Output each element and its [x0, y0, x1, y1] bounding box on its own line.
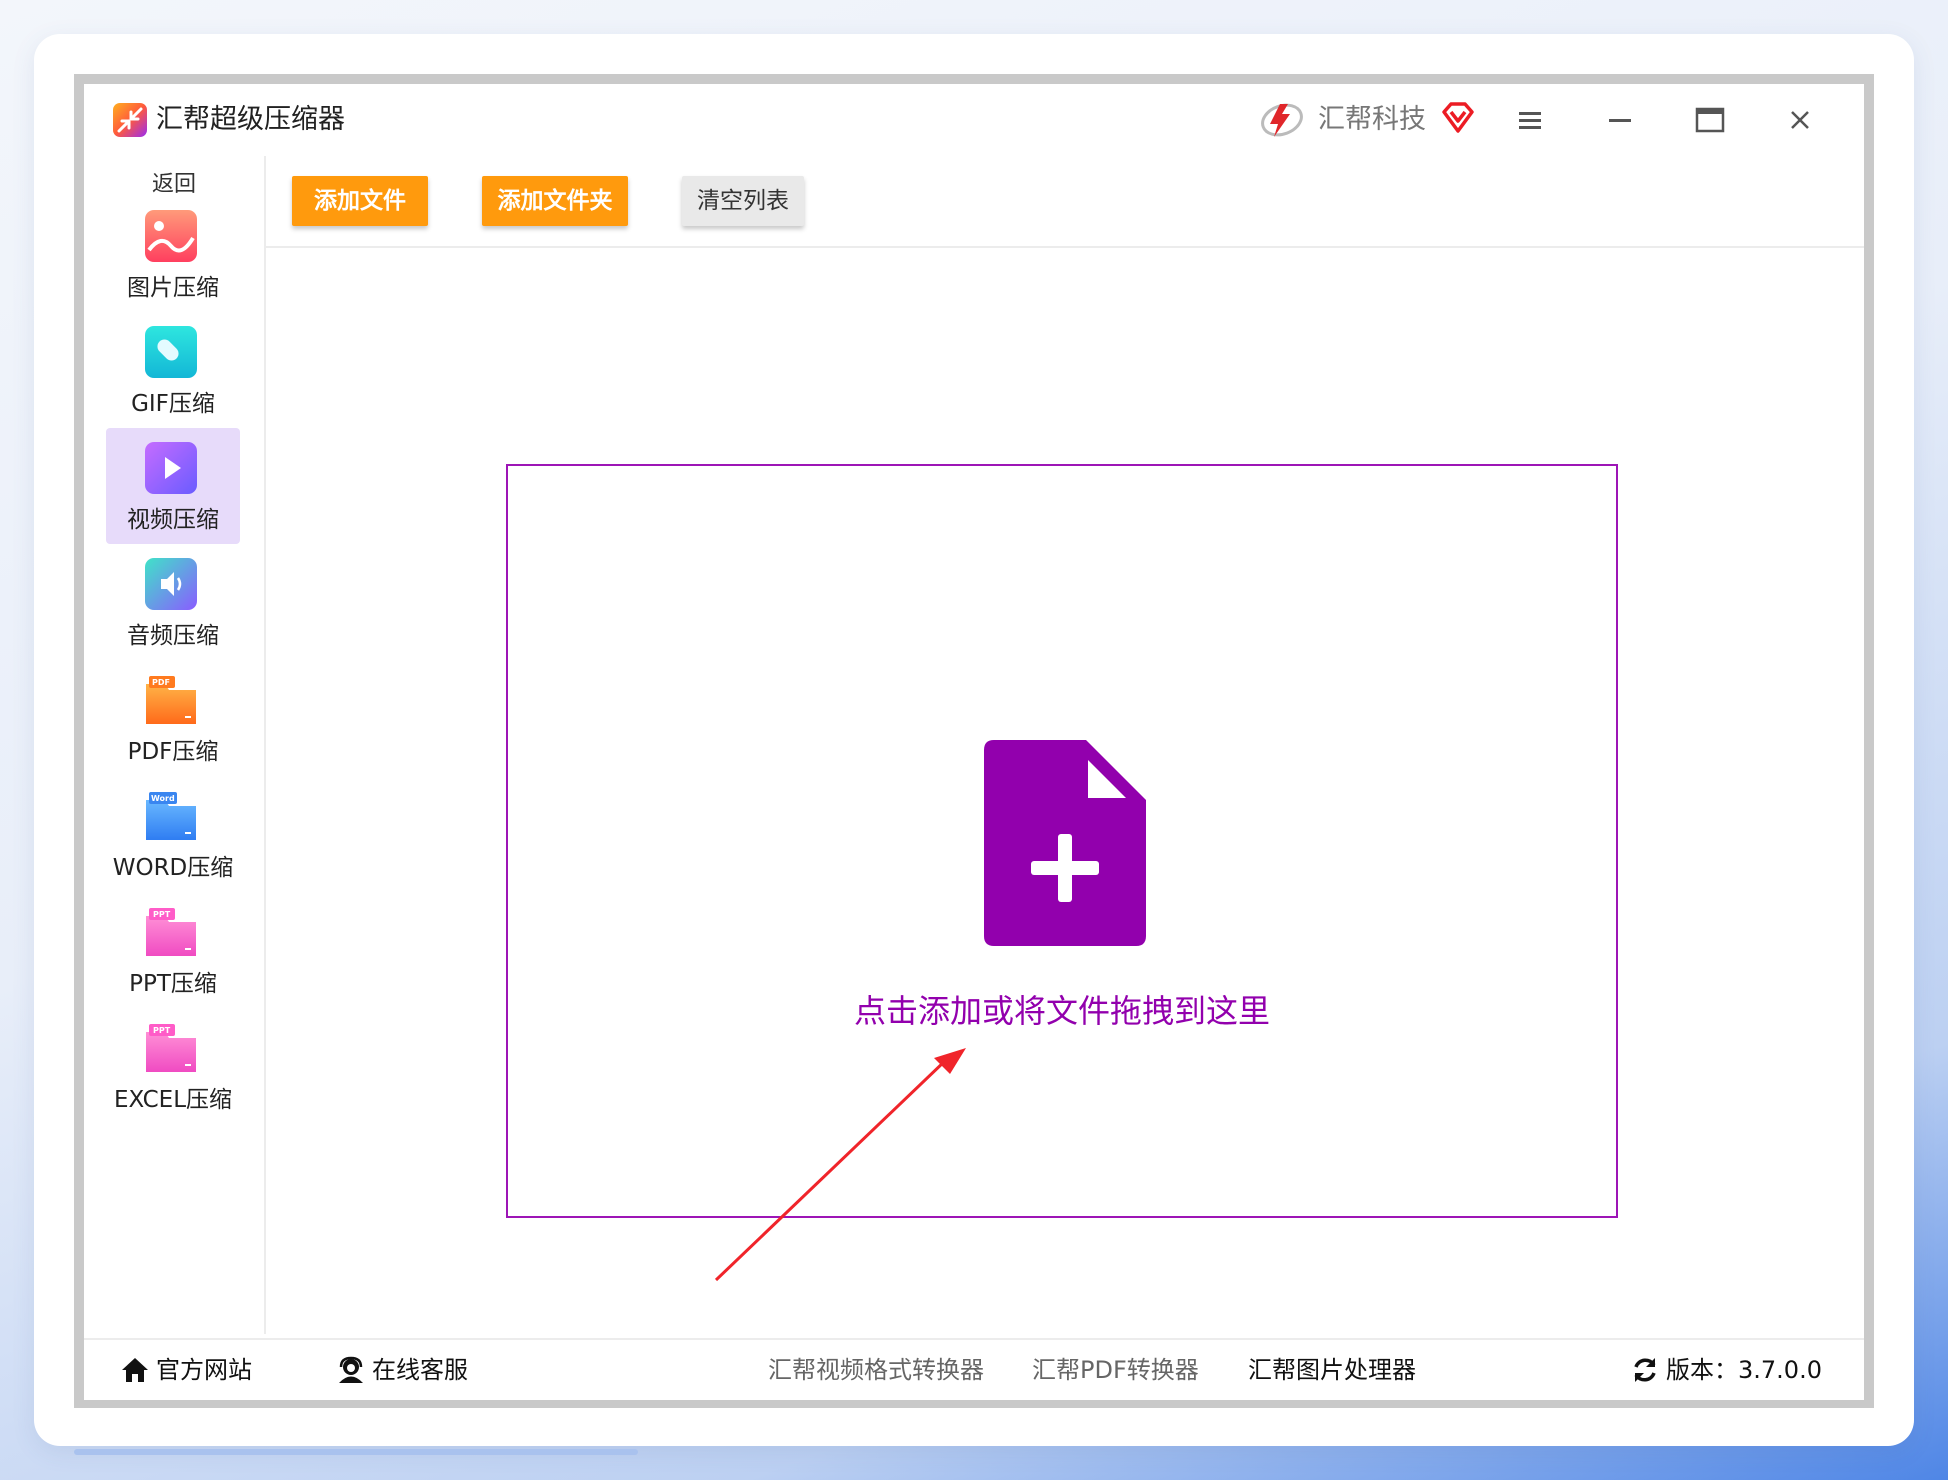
nav-label: 视频压缩: [127, 507, 219, 533]
nav-label: 音频压缩: [127, 623, 219, 649]
excel-badge-text: PPT: [153, 1026, 171, 1035]
word-compress-icon: Word: [146, 792, 196, 840]
official-website-label: 官方网站: [156, 1356, 252, 1384]
nav-gif-compress[interactable]: GIF压缩: [106, 312, 240, 428]
version-info[interactable]: 版本：3.7.0.0: [1630, 1352, 1822, 1388]
toolbar-divider: [266, 246, 1864, 248]
add-file-button[interactable]: 添加文件: [292, 176, 428, 226]
nav-excel-compress[interactable]: PPT EXCEL压缩: [106, 1008, 240, 1124]
drop-zone-hint: 点击添加或将文件拖拽到这里: [853, 992, 1270, 1030]
status-bar: 官方网站 在线客服 汇帮视频格式转换器 汇帮PDF转换器 汇帮图片处理器 版本：…: [84, 1338, 1864, 1400]
vip-diamond-icon[interactable]: [1440, 100, 1476, 136]
close-icon: [1791, 111, 1809, 129]
online-support-label: 在线客服: [372, 1356, 468, 1384]
image-processor-link[interactable]: 汇帮图片处理器: [1248, 1352, 1416, 1388]
video-converter-link[interactable]: 汇帮视频格式转换器: [768, 1352, 984, 1388]
nav-label: 图片压缩: [127, 275, 219, 301]
app-window: 汇帮超级压缩器 汇帮科技 返回 图片压缩 GIF压缩 视频压缩 音频压缩 PDF…: [84, 84, 1864, 1400]
app-logo-icon: [113, 103, 147, 137]
brand-logo-icon: [1261, 103, 1303, 137]
ppt-badge-text: PPT: [153, 910, 171, 919]
nav-label: EXCEL压缩: [113, 1087, 233, 1113]
add-folder-button[interactable]: 添加文件夹: [482, 176, 628, 226]
word-badge-text: Word: [151, 794, 175, 803]
sidebar: 返回 图片压缩 GIF压缩 视频压缩 音频压缩 PDF PDF压缩 Word W…: [84, 156, 264, 1334]
video-compress-icon: [145, 442, 197, 494]
nav-audio-compress[interactable]: 音频压缩: [106, 544, 240, 660]
refresh-icon: [1634, 1358, 1656, 1382]
pdf-badge-text: PDF: [152, 678, 170, 687]
nav-label: PDF压缩: [127, 739, 219, 765]
nav-label: GIF压缩: [131, 391, 215, 417]
back-button[interactable]: 返回: [84, 166, 264, 198]
nav-image-compress[interactable]: 图片压缩: [106, 196, 240, 312]
brand-name: 汇帮科技: [1318, 104, 1426, 135]
close-button[interactable]: [1780, 102, 1820, 138]
clear-list-button[interactable]: 清空列表: [682, 176, 804, 226]
hamburger-menu-icon: [1519, 112, 1541, 129]
add-file-icon: [984, 740, 1146, 946]
ppt-compress-icon: PPT: [146, 908, 196, 956]
version-label: 版本：3.7.0.0: [1666, 1356, 1822, 1384]
pdf-converter-link[interactable]: 汇帮PDF转换器: [1032, 1352, 1199, 1388]
maximize-icon: [1695, 107, 1725, 133]
minimize-button[interactable]: [1600, 102, 1640, 138]
image-compress-icon: [145, 210, 197, 262]
nav-pdf-compress[interactable]: PDF PDF压缩: [106, 660, 240, 776]
nav-label: PPT压缩: [129, 971, 217, 997]
nav-word-compress[interactable]: Word WORD压缩: [106, 776, 240, 892]
file-drop-zone[interactable]: 点击添加或将文件拖拽到这里: [506, 464, 1618, 1218]
customer-service-icon: [339, 1356, 363, 1383]
nav-ppt-compress[interactable]: PPT PPT压缩: [106, 892, 240, 1008]
audio-compress-icon: [145, 558, 197, 610]
excel-compress-icon: PPT: [146, 1024, 196, 1072]
maximize-button[interactable]: [1690, 102, 1730, 138]
menu-button[interactable]: [1510, 102, 1550, 138]
app-title: 汇帮超级压缩器: [156, 104, 345, 135]
nav-video-compress[interactable]: 视频压缩: [106, 428, 240, 544]
official-website-link[interactable]: 官方网站: [120, 1352, 252, 1388]
pdf-compress-icon: PDF: [146, 676, 196, 724]
horizontal-scroll-indicator[interactable]: [74, 1449, 638, 1455]
title-bar: 汇帮超级压缩器 汇帮科技: [84, 84, 1864, 156]
minimize-icon: [1609, 119, 1631, 122]
sidebar-divider: [264, 156, 266, 1334]
home-icon: [122, 1358, 148, 1382]
nav-label: WORD压缩: [112, 855, 234, 881]
online-support-link[interactable]: 在线客服: [336, 1352, 468, 1388]
gif-compress-icon: [145, 326, 197, 378]
